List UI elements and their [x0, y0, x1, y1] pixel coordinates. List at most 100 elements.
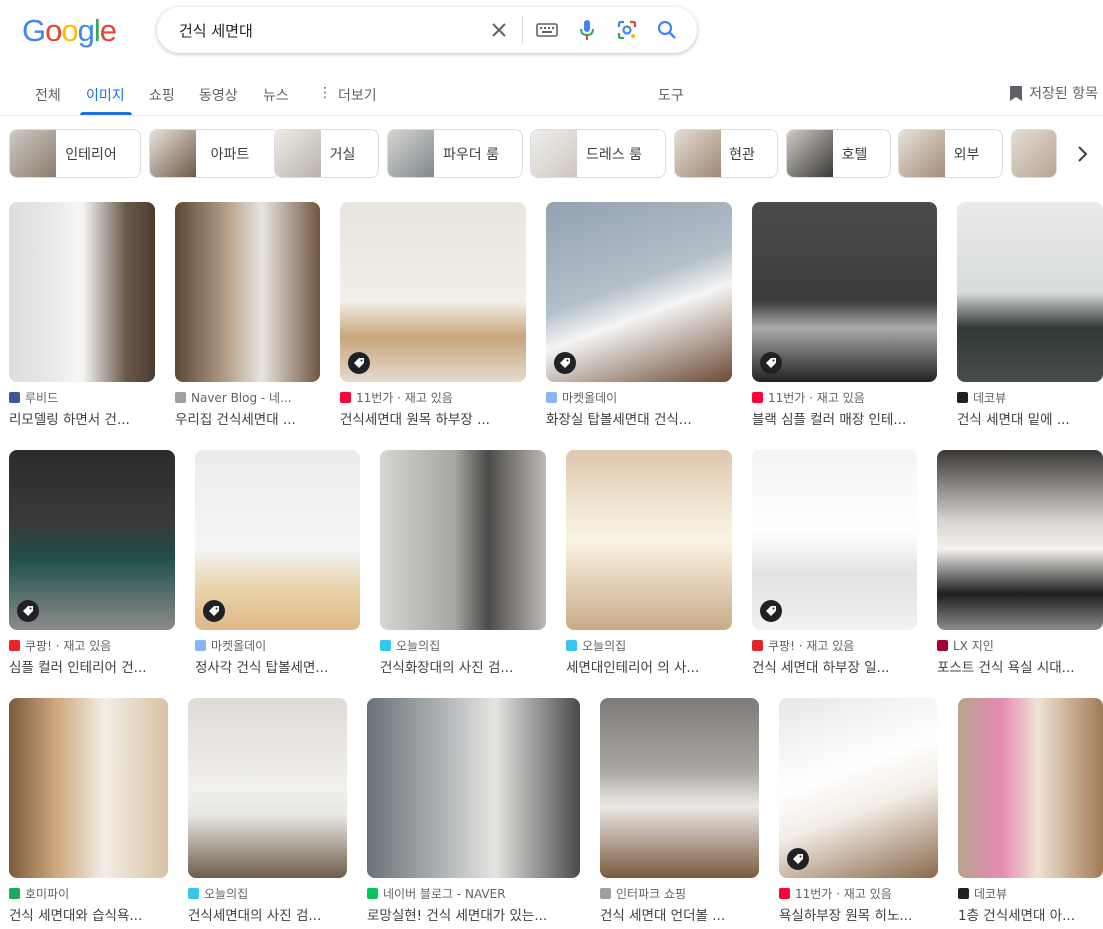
- result-source[interactable]: 네이버 블로그 - NAVER: [367, 885, 580, 902]
- result-title[interactable]: 포스트 건식 욕실 시대...: [937, 656, 1103, 676]
- result-source[interactable]: Naver Blog - 네...: [175, 389, 320, 406]
- result-source[interactable]: 호미파이: [9, 885, 168, 902]
- result-source[interactable]: 오늘의집: [380, 637, 546, 654]
- result-title[interactable]: 건식 세면대와 습식욕...: [9, 904, 168, 924]
- result-source[interactable]: 쿠팡! · 재고 있음: [752, 637, 917, 654]
- result-title[interactable]: 건식화장대의 사진 검...: [380, 656, 546, 676]
- result-source[interactable]: 오늘의집: [566, 637, 732, 654]
- search-icon[interactable]: [655, 18, 679, 42]
- filter-chip[interactable]: 아파트: [149, 129, 279, 178]
- result-title[interactable]: 건식세면대의 사진 검...: [188, 904, 347, 924]
- tab-videos[interactable]: 동영상: [199, 85, 238, 105]
- result-source[interactable]: 쿠팡! · 재고 있음: [9, 637, 175, 654]
- filter-chip[interactable]: 파우더 룸: [387, 129, 523, 178]
- close-icon[interactable]: [487, 18, 511, 42]
- image-result[interactable]: 오늘의집세면대인테리어 의 사...: [566, 450, 732, 678]
- result-title[interactable]: 세면대인테리어 의 사...: [566, 656, 732, 676]
- google-logo[interactable]: Google: [22, 13, 117, 49]
- result-title[interactable]: 로망실현! 건식 세면대가 있는...: [367, 904, 580, 924]
- image-result[interactable]: Naver Blog - 네... 우리집 건식세면대 ...: [175, 202, 320, 430]
- chevron-right-icon[interactable]: [1068, 140, 1096, 168]
- result-source[interactable]: 11번가 · 재고 있음: [752, 389, 937, 406]
- tab-all[interactable]: 전체: [35, 85, 61, 105]
- logo-letter: o: [61, 13, 78, 48]
- search-box[interactable]: 건식 세면대: [157, 7, 697, 53]
- result-thumbnail[interactable]: [600, 698, 759, 878]
- filter-chip[interactable]: 드레스 룸: [530, 129, 666, 178]
- result-thumbnail[interactable]: [175, 202, 320, 382]
- image-result[interactable]: 11번가 · 재고 있음욕실하부장 원목 히노...: [779, 698, 938, 926]
- logo-letter: g: [77, 13, 95, 48]
- result-title[interactable]: 리모델링 하면서 건...: [9, 408, 155, 428]
- result-title[interactable]: 화장실 탑볼세면대 건식...: [546, 408, 732, 428]
- filter-chip[interactable]: [1011, 129, 1057, 178]
- filter-chip[interactable]: 호텔: [786, 129, 891, 178]
- result-title[interactable]: 정사각 건식 탑볼세면...: [195, 656, 360, 676]
- result-title[interactable]: 우리집 건식세면대 ...: [175, 408, 320, 428]
- result-thumbnail[interactable]: [937, 450, 1103, 630]
- result-source[interactable]: 11번가 · 재고 있음: [340, 389, 526, 406]
- image-result[interactable]: 11번가 · 재고 있음블랙 심플 컬러 매장 인테...: [752, 202, 937, 430]
- image-result[interactable]: 데코뷰 1층 건식세면대 아...: [958, 698, 1103, 926]
- result-thumbnail[interactable]: [380, 450, 546, 630]
- image-result[interactable]: 오늘의집건식세면대의 사진 검...: [188, 698, 347, 926]
- logo-letter: G: [22, 13, 46, 48]
- image-result[interactable]: 네이버 블로그 - NAVER 로망실현! 건식 세면대가 있는...: [367, 698, 580, 926]
- tab-shopping[interactable]: 쇼핑: [149, 85, 175, 105]
- result-source[interactable]: 데코뷰: [958, 885, 1103, 902]
- result-title[interactable]: 건식 세면대 밑에 ...: [957, 408, 1103, 428]
- search-input[interactable]: 건식 세면대: [179, 20, 253, 41]
- tab-news[interactable]: 뉴스: [263, 85, 289, 105]
- result-thumbnail[interactable]: [752, 202, 937, 382]
- image-result[interactable]: LX 지인포스트 건식 욕실 시대...: [937, 450, 1103, 678]
- result-source[interactable]: 오늘의집: [188, 885, 347, 902]
- result-thumbnail[interactable]: [9, 698, 168, 878]
- result-thumbnail[interactable]: [188, 698, 347, 878]
- result-title[interactable]: 건식 세면대 하부장 일...: [752, 656, 917, 676]
- result-title[interactable]: 블랙 심플 컬러 매장 인테...: [752, 408, 937, 428]
- camera-lens-icon[interactable]: [615, 18, 639, 42]
- favicon-icon: [600, 888, 611, 899]
- result-source[interactable]: 11번가 · 재고 있음: [779, 885, 938, 902]
- result-thumbnail[interactable]: [566, 450, 732, 630]
- result-thumbnail[interactable]: [367, 698, 580, 878]
- result-thumbnail[interactable]: [546, 202, 732, 382]
- image-result[interactable]: 마켓올데이화장실 탑볼세면대 건식...: [546, 202, 732, 430]
- result-source[interactable]: 루비드: [9, 389, 155, 406]
- result-source[interactable]: 마켓올데이: [195, 637, 360, 654]
- filter-chip[interactable]: 외부: [898, 129, 1003, 178]
- image-result[interactable]: 11번가 · 재고 있음건식세면대 원목 하부장 ...: [340, 202, 526, 430]
- image-result[interactable]: 쿠팡! · 재고 있음건식 세면대 하부장 일...: [752, 450, 917, 678]
- favicon-icon: [9, 640, 20, 651]
- image-result[interactable]: 호미파이건식 세면대와 습식욕...: [9, 698, 168, 926]
- result-source[interactable]: LX 지인: [937, 637, 1103, 654]
- result-source[interactable]: 마켓올데이: [546, 389, 732, 406]
- image-result[interactable]: 루비드리모델링 하면서 건...: [9, 202, 155, 430]
- result-title[interactable]: 건식 세면대 언더볼 ...: [600, 904, 759, 924]
- keyboard-icon[interactable]: [535, 18, 559, 42]
- result-thumbnail[interactable]: [340, 202, 526, 382]
- tools-button[interactable]: 도구: [658, 85, 684, 105]
- filter-chip[interactable]: 현관: [674, 129, 778, 178]
- filter-chip[interactable]: 인테리어: [9, 129, 141, 178]
- tab-more[interactable]: ⋮ 더보기: [318, 85, 377, 105]
- result-source[interactable]: 데코뷰: [957, 389, 1103, 406]
- image-result[interactable]: 데코뷰건식 세면대 밑에 ...: [957, 202, 1103, 430]
- image-result[interactable]: 오늘의집건식화장대의 사진 검...: [380, 450, 546, 678]
- result-source[interactable]: 인터파크 쇼핑: [600, 885, 759, 902]
- result-title[interactable]: 욕실하부장 원목 히노...: [779, 904, 938, 924]
- result-thumbnail[interactable]: [957, 202, 1103, 382]
- image-result[interactable]: 마켓올데이정사각 건식 탑볼세면...: [195, 450, 360, 678]
- result-title[interactable]: 건식세면대 원목 하부장 ...: [340, 408, 526, 428]
- microphone-icon[interactable]: [575, 18, 599, 42]
- filter-chip[interactable]: 거실: [274, 129, 379, 178]
- result-title[interactable]: 심플 컬러 인테리어 건...: [9, 656, 175, 676]
- price-tag-icon: [787, 848, 809, 870]
- tab-images[interactable]: 이미지: [86, 85, 125, 105]
- image-result[interactable]: 인터파크 쇼핑건식 세면대 언더볼 ...: [600, 698, 759, 926]
- result-thumbnail[interactable]: [958, 698, 1103, 878]
- image-result[interactable]: 쿠팡! · 재고 있음심플 컬러 인테리어 건...: [9, 450, 175, 678]
- saved-items-link[interactable]: 저장된 항목: [1009, 83, 1098, 103]
- result-title[interactable]: 1층 건식세면대 아...: [958, 904, 1103, 924]
- result-thumbnail[interactable]: [9, 202, 155, 382]
